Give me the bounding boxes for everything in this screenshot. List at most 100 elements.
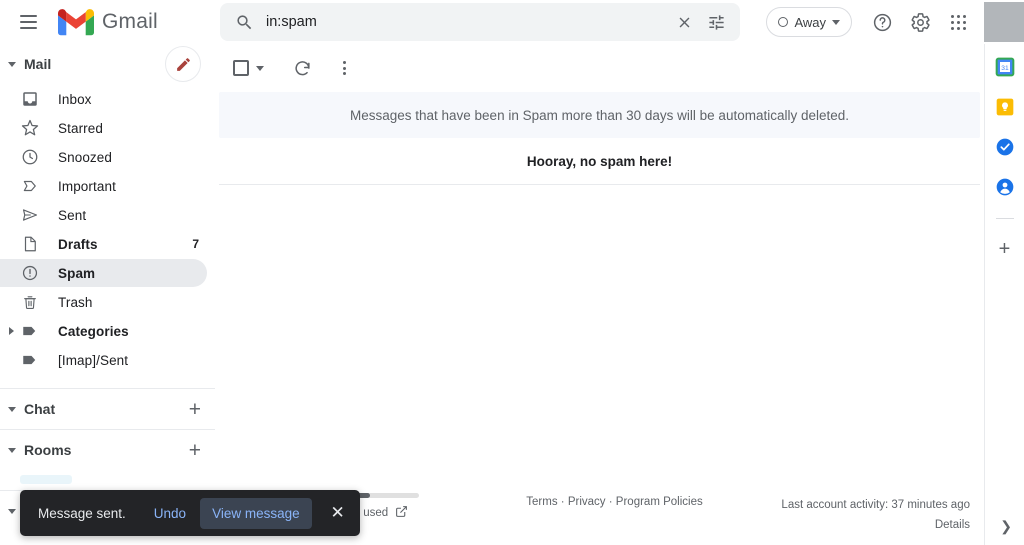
avatar[interactable] [984,2,1024,42]
sidebar-item-label: Drafts [58,236,98,252]
header-right-controls: Away [766,0,1024,44]
chevron-down-icon [8,447,16,453]
send-icon [20,205,40,225]
refresh-button[interactable] [284,50,320,86]
chevron-down-icon [8,508,16,514]
sidebar-item-drafts[interactable]: Drafts 7 [0,230,207,258]
gmail-logo-icon [58,8,94,36]
sidebar-item-sent[interactable]: Sent [0,201,207,229]
account-activity: Last account activity: 37 minutes ago De… [734,493,984,535]
footer-link-terms[interactable]: Terms [526,496,557,508]
status-label: Away [794,14,826,30]
select-all-checkbox[interactable] [229,56,268,80]
mail-toolbar [215,44,984,92]
pencil-compose-icon [176,57,190,71]
spam-icon [20,263,40,283]
sidebar-item-categories[interactable]: Categories [0,317,207,345]
gear-icon[interactable] [902,4,938,40]
sidebar-item-label: Trash [58,294,93,310]
sidebar-item-label: Starred [58,120,103,136]
spam-retention-notice: Messages that have been in Spam more tha… [219,92,980,138]
sidebar-item-label: [Imap]/Sent [58,352,129,368]
divider [995,218,1014,219]
status-away-button[interactable]: Away [766,7,852,37]
sidebar-nav-list: Inbox Starred Snoozed Important Sent Drafts 7 S… [0,85,215,374]
toast-notification: Message sent. Undo View message ✕ [20,490,360,536]
sidebar-item-imap-sent[interactable]: [Imap]/Sent [0,346,207,374]
google-contacts-icon[interactable] [994,176,1016,198]
room-loading-placeholder [20,475,72,484]
chevron-right-icon[interactable] [9,327,14,335]
svg-text:31: 31 [1001,65,1009,72]
link-separator: · [560,496,565,508]
last-activity-label: Last account activity: 37 minutes ago [781,499,970,511]
sidebar-item-important[interactable]: Important [0,172,207,200]
sidebar: Mail Inbox Starred Snoozed Important Sent Dra… [0,44,215,545]
google-tasks-icon[interactable] [994,136,1016,158]
more-vertical-icon [342,61,346,75]
activity-details-link[interactable]: Details [734,516,970,536]
video-camera-icon [20,541,40,545]
sidebar-item-spam[interactable]: Spam [0,259,207,287]
chevron-down-icon [256,65,264,71]
search-input[interactable] [260,14,668,30]
chevron-down-icon [832,19,840,25]
sidebar-section-chat[interactable]: Chat + [0,389,215,429]
add-chat-button[interactable]: + [189,399,201,420]
sidebar-item-label: Sent [58,207,87,223]
label-icon [20,321,40,341]
sidebar-item-join-a-meeting[interactable]: Join a meeting [0,537,207,545]
chevron-down-icon [8,406,16,412]
chevron-right-icon[interactable]: ❯ [1000,518,1012,535]
draft-icon [20,234,40,254]
help-icon[interactable] [864,4,900,40]
google-keep-icon[interactable] [994,96,1016,118]
label-icon [20,350,40,370]
sidebar-item-inbox[interactable]: Inbox [0,85,207,113]
compose-button[interactable] [165,46,201,82]
search-icon[interactable] [228,6,260,38]
add-room-button[interactable]: + [189,440,201,461]
link-separator: · [608,496,613,508]
main-content: Messages that have been in Spam more tha… [215,44,984,545]
sidebar-item-label: Inbox [58,91,92,107]
open-in-new-icon[interactable] [395,505,408,521]
sidebar-item-snoozed[interactable]: Snoozed [0,143,207,171]
chevron-down-icon [8,61,16,67]
footer-link-program-policies[interactable]: Program Policies [616,496,703,508]
search-bar[interactable] [220,3,740,41]
status-circle-icon [778,17,789,27]
hamburger-menu-icon[interactable] [8,2,48,42]
inbox-icon [20,89,40,109]
side-panel: 31 + ❯ [984,44,1024,545]
sidebar-item-trash[interactable]: Trash [0,288,207,316]
sidebar-item-label: Snoozed [58,149,112,165]
close-icon[interactable] [668,6,700,38]
star-icon [20,118,40,138]
trash-icon [20,292,40,312]
google-calendar-icon[interactable]: 31 [994,56,1016,78]
footer-link-privacy[interactable]: Privacy [568,496,606,508]
important-icon [20,176,40,196]
section-title-chat: Chat [24,401,56,417]
brand[interactable]: Gmail [58,8,158,36]
section-title-rooms: Rooms [24,442,72,458]
empty-state-message: Hooray, no spam here! [219,138,980,185]
toast-view-message-button[interactable]: View message [200,497,312,529]
sidebar-section-rooms[interactable]: Rooms + [0,430,215,470]
gmail-app-window: Gmail Away [0,0,1024,545]
sidebar-item-label: Categories [58,323,129,339]
close-icon[interactable]: ✕ [322,497,354,529]
toast-undo-button[interactable]: Undo [144,499,196,528]
search-options-icon[interactable] [700,6,732,38]
sidebar-item-label: Spam [58,265,96,281]
sidebar-item-label: Important [58,178,116,194]
brand-name: Gmail [102,10,158,33]
sidebar-item-starred[interactable]: Starred [0,114,207,142]
toast-message: Message sent. [38,505,126,521]
more-options-button[interactable] [326,50,362,86]
plus-icon[interactable]: + [999,239,1011,259]
apps-grid-icon[interactable] [940,4,976,40]
sidebar-item-count: 7 [192,237,199,251]
checkbox-icon [233,60,249,76]
